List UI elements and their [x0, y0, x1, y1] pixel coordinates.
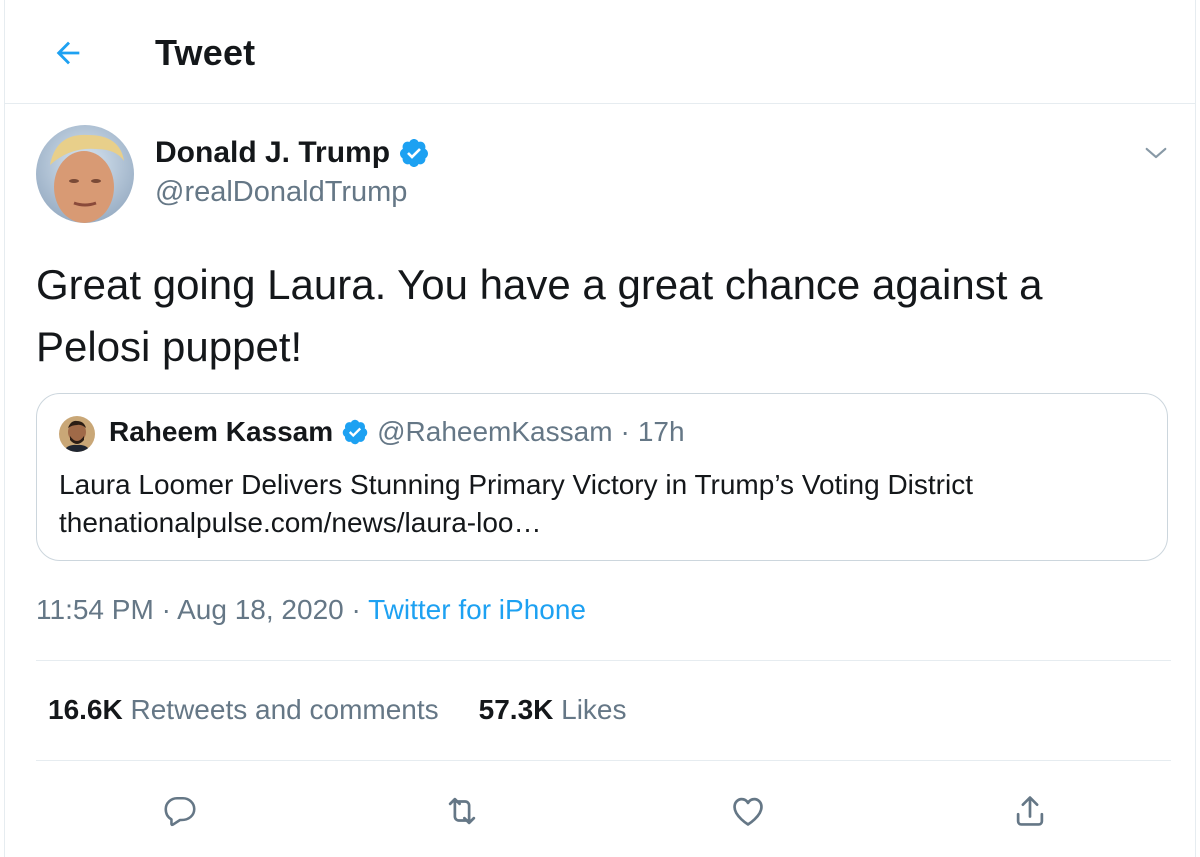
- retweets-count: 16.6K: [48, 694, 123, 725]
- retweets-label: Retweets and comments: [130, 694, 439, 725]
- quote-body: Laura Loomer Delivers Stunning Primary V…: [59, 466, 1149, 542]
- likes-count: 57.3K: [478, 694, 554, 725]
- avatar-image: [36, 125, 134, 223]
- author-name[interactable]: Donald J. Trump: [155, 136, 430, 170]
- meta-separator: ·: [161, 594, 171, 625]
- author-name-text: Donald J. Trump: [155, 136, 391, 169]
- retweet-icon: [448, 797, 476, 825]
- tweet-options-button[interactable]: [1139, 136, 1173, 170]
- tweet-time[interactable]: 11:54 PM: [36, 594, 154, 625]
- verified-badge-icon: [342, 419, 368, 445]
- tweet-date[interactable]: Aug 18, 2020: [177, 594, 344, 625]
- divider: [36, 660, 1171, 661]
- likes-label: Likes: [561, 694, 627, 725]
- quote-author-handle: @RaheemKassam: [377, 416, 613, 447]
- tweet-text: Great going Laura. You have a great chan…: [36, 261, 1043, 370]
- quote-title: Laura Loomer Delivers Stunning Primary V…: [59, 469, 973, 500]
- reply-icon: [164, 796, 196, 827]
- arrow-left-icon: [56, 41, 80, 65]
- author-handle[interactable]: @realDonaldTrump: [155, 176, 407, 209]
- tweet-page: Tweet Donald J. Trump @realDonaldTrump G…: [4, 0, 1196, 857]
- tweet-meta: 11:54 PM · Aug 18, 2020 · Twitter for iP…: [36, 594, 586, 626]
- verified-badge-icon: [400, 139, 429, 167]
- quote-link[interactable]: thenationalpulse.com/news/laura-loo…: [59, 504, 1149, 542]
- tweet-stats: 16.6K Retweets and comments 57.3K Likes: [48, 694, 627, 726]
- like-button[interactable]: [723, 786, 773, 836]
- page-title: Tweet: [155, 32, 256, 73]
- likes-stat[interactable]: 57.3K Likes: [479, 694, 627, 726]
- reply-button[interactable]: [155, 786, 205, 836]
- quote-author-name: Raheem Kassam: [109, 416, 334, 447]
- quoted-tweet-card[interactable]: Raheem Kassam @RaheemKassam · 17h Laura …: [36, 393, 1168, 561]
- chevron-down-icon: [1145, 147, 1167, 159]
- quote-separator: ·: [620, 416, 630, 447]
- share-icon: [1016, 796, 1044, 826]
- quote-avatar-image: [59, 416, 95, 452]
- quote-time: 17h: [637, 416, 685, 447]
- divider: [36, 760, 1171, 761]
- author-avatar[interactable]: [36, 125, 134, 223]
- share-button[interactable]: [1005, 786, 1055, 836]
- retweets-stat[interactable]: 16.6K Retweets and comments: [48, 694, 439, 726]
- quote-header: Raheem Kassam @RaheemKassam · 17h: [109, 416, 685, 448]
- retweet-button[interactable]: [437, 786, 487, 836]
- heart-icon: [733, 797, 763, 826]
- page-header: Tweet: [5, 0, 1195, 104]
- meta-separator: ·: [351, 594, 361, 625]
- tweet-source-link[interactable]: Twitter for iPhone: [368, 594, 586, 625]
- back-button[interactable]: [45, 30, 91, 76]
- quote-author-avatar: [59, 416, 95, 452]
